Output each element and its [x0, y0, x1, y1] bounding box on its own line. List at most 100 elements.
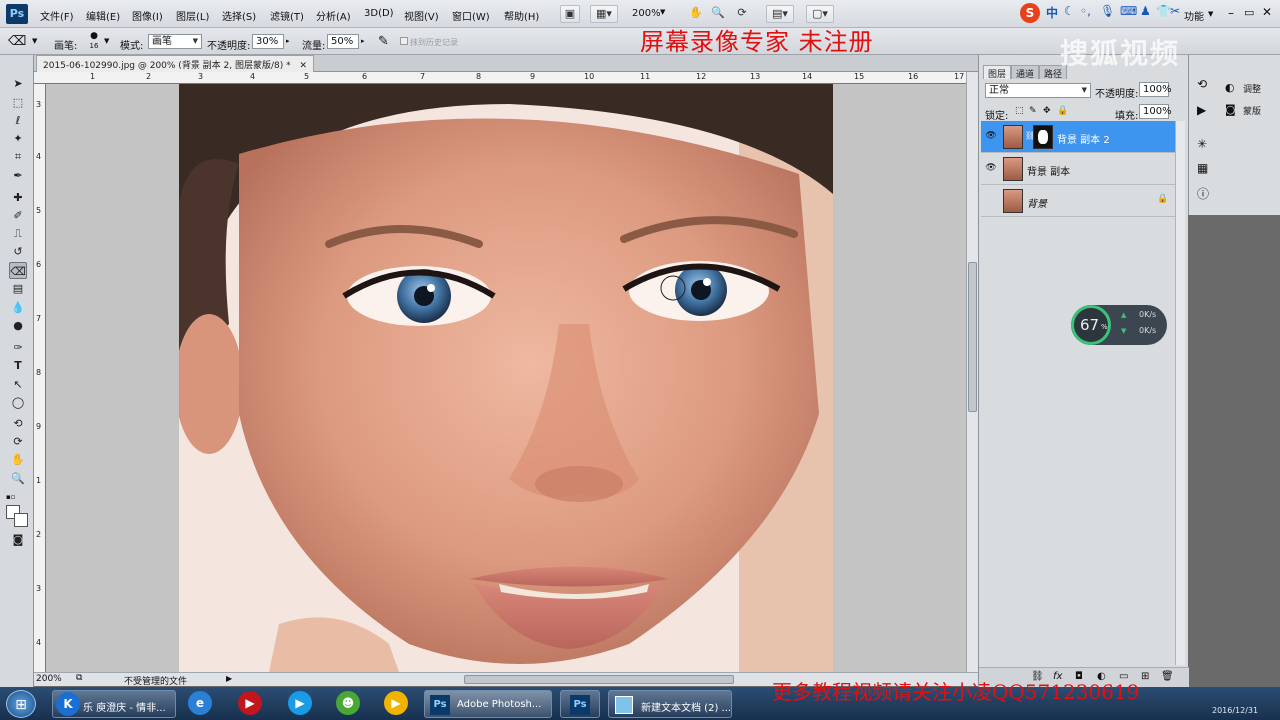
network-speed-widget[interactable]: 67 % ▲ 0K/s ▼ 0K/s: [1071, 305, 1167, 345]
close-icon[interactable]: ✕: [1262, 5, 1272, 19]
magic-wand-tool-icon[interactable]: ✦: [9, 130, 27, 147]
eraser-preset-icon[interactable]: ⌫: [8, 34, 26, 49]
play-icon[interactable]: ▶: [384, 691, 408, 715]
ime-keyboard-icon[interactable]: ⌨: [1120, 4, 1137, 18]
ie-icon[interactable]: e: [188, 691, 212, 715]
eraser-tool-icon[interactable]: ⌫: [9, 262, 27, 279]
status-arrow-icon[interactable]: ▶: [226, 674, 232, 683]
menu-help[interactable]: 帮助(H): [504, 8, 539, 23]
ime-punct-icon[interactable]: ◦,: [1080, 4, 1091, 18]
status-info-icon[interactable]: ⧉: [76, 673, 82, 683]
lock-image-icon[interactable]: ✎: [1029, 106, 1037, 116]
pen-tool-icon[interactable]: ✑: [9, 339, 27, 356]
path-selection-tool-icon[interactable]: ↖: [9, 376, 27, 393]
brush-tool-icon[interactable]: ✐: [9, 207, 27, 224]
lock-position-icon[interactable]: ✥: [1043, 106, 1051, 116]
ime-moon-icon[interactable]: ☾: [1064, 4, 1075, 18]
game-icon[interactable]: ☻: [336, 691, 360, 715]
default-colors-icon[interactable]: ▪▫: [6, 493, 16, 501]
arrange-documents-icon[interactable]: ▤▾: [766, 5, 794, 23]
shape-tool-icon[interactable]: ◯: [9, 394, 27, 411]
brush-chevron-icon[interactable]: ▼: [104, 37, 109, 45]
zoom-tool-icon[interactable]: 🔍: [9, 470, 27, 487]
brush-size-picker[interactable]: ● 16: [84, 31, 104, 53]
menu-select[interactable]: 选择(S): [222, 8, 256, 23]
lock-all-icon[interactable]: 🔒: [1057, 106, 1068, 116]
move-tool-icon[interactable]: ➤: [9, 75, 27, 92]
zoom-tool-icon[interactable]: 🔍: [708, 5, 728, 23]
menu-layer[interactable]: 图层(L): [176, 8, 209, 23]
ime-chinese-icon[interactable]: 中: [1046, 4, 1058, 21]
menu-3d[interactable]: 3D(D): [364, 8, 394, 19]
layer-row-bg-copy-2[interactable]: 👁 ⛓ 背景 副本 2: [981, 121, 1175, 153]
view-extras-icon[interactable]: ▦▾: [590, 5, 618, 23]
layers-scrollbar[interactable]: [1175, 121, 1185, 665]
sogou-ime-icon[interactable]: S: [1020, 3, 1040, 23]
navigator-panel-icon[interactable]: ✳: [1197, 137, 1207, 151]
masks-label[interactable]: 蒙版: [1243, 104, 1261, 117]
vertical-scrollbar[interactable]: [966, 72, 978, 672]
info-panel-icon[interactable]: ⓘ: [1197, 185, 1209, 202]
menu-analysis[interactable]: 分析(A): [316, 8, 351, 23]
taskbar-photoshop-2[interactable]: Ps: [560, 690, 600, 718]
media-player-icon[interactable]: ▶: [238, 691, 262, 715]
masks-icon[interactable]: ◙: [1225, 103, 1236, 116]
screen-mode-icon[interactable]: ▢▾: [806, 5, 834, 23]
quick-mask-icon[interactable]: ◙: [9, 531, 27, 548]
rotate-view-icon[interactable]: ⟳: [732, 5, 752, 23]
healing-brush-tool-icon[interactable]: ✚: [9, 189, 27, 206]
3d-orbit-tool-icon[interactable]: ⟳: [9, 433, 27, 450]
lasso-tool-icon[interactable]: ℓ: [9, 112, 27, 129]
lock-transparent-icon[interactable]: ⬚: [1015, 106, 1024, 116]
tab-layers[interactable]: 图层: [983, 65, 1012, 80]
type-tool-icon[interactable]: T: [9, 357, 27, 374]
menu-filter[interactable]: 滤镜(T): [270, 8, 304, 23]
menu-file[interactable]: 文件(F): [40, 8, 74, 23]
workspace-chevron-icon[interactable]: ▼: [1208, 10, 1213, 18]
taskbar-kugou[interactable]: K 乐 庾澄庆 - 情非...: [52, 690, 176, 718]
menu-edit[interactable]: 编辑(E): [86, 8, 120, 23]
blur-tool-icon[interactable]: 💧: [9, 299, 27, 316]
workspace-label[interactable]: 功能: [1184, 8, 1204, 23]
taskbar-notepad[interactable]: 新建文本文档 (2) ...: [608, 690, 732, 718]
horizontal-scroll-thumb[interactable]: [464, 675, 734, 684]
layer-row-background[interactable]: 背景 🔒: [981, 185, 1175, 217]
layer-opacity-input[interactable]: 100%: [1139, 82, 1172, 97]
marquee-tool-icon[interactable]: ⬚: [9, 94, 27, 111]
opacity-slider-icon[interactable]: ▸: [286, 37, 290, 45]
menu-window[interactable]: 窗口(W): [452, 8, 490, 23]
background-color-swatch[interactable]: [14, 513, 28, 527]
flow-input[interactable]: 50%: [327, 34, 359, 49]
airbrush-icon[interactable]: ✎: [378, 34, 389, 49]
blend-mode-select[interactable]: 正常 ▼: [985, 83, 1091, 98]
actions-panel-icon[interactable]: ▶: [1197, 103, 1206, 117]
ime-shirt-icon[interactable]: 👕: [1156, 4, 1171, 18]
adjustments-label[interactable]: 调整: [1243, 82, 1261, 95]
zoom-level-select[interactable]: 200%: [632, 8, 661, 19]
eye-hidden-slot[interactable]: [984, 195, 998, 207]
crop-tool-icon[interactable]: ⌗: [9, 148, 27, 165]
layer-mask-thumbnail[interactable]: [1033, 125, 1053, 149]
portrait-photo[interactable]: [179, 84, 833, 672]
clone-stamp-tool-icon[interactable]: ⎍: [9, 225, 27, 242]
history-panel-icon[interactable]: ⟲: [1197, 77, 1207, 91]
start-button[interactable]: ⊞: [6, 690, 36, 718]
eye-icon[interactable]: 👁: [984, 163, 998, 175]
status-zoom[interactable]: 200%: [36, 674, 62, 684]
ime-skin-icon[interactable]: ♟: [1140, 4, 1151, 18]
adjustments-icon[interactable]: ◐: [1225, 81, 1235, 94]
dodge-tool-icon[interactable]: ●: [9, 317, 27, 334]
hand-tool-icon[interactable]: ✋: [686, 5, 706, 23]
fill-input[interactable]: 100%: [1139, 104, 1172, 119]
erase-history-checkbox[interactable]: [400, 37, 408, 45]
maximize-icon[interactable]: ▭: [1244, 6, 1254, 19]
minimize-icon[interactable]: –: [1228, 6, 1234, 20]
mode-select[interactable]: 画笔 ▼: [148, 34, 202, 49]
tab-close-icon[interactable]: ✕: [300, 61, 308, 71]
video-player-icon[interactable]: ▶: [288, 691, 312, 715]
vertical-scroll-thumb[interactable]: [968, 262, 977, 412]
taskbar-photoshop[interactable]: Ps Adobe Photosh...: [424, 690, 552, 718]
bridge-icon[interactable]: ▣: [560, 5, 580, 23]
delete-layer-icon[interactable]: 🗑: [1161, 671, 1174, 682]
canvas-area[interactable]: [46, 84, 966, 672]
